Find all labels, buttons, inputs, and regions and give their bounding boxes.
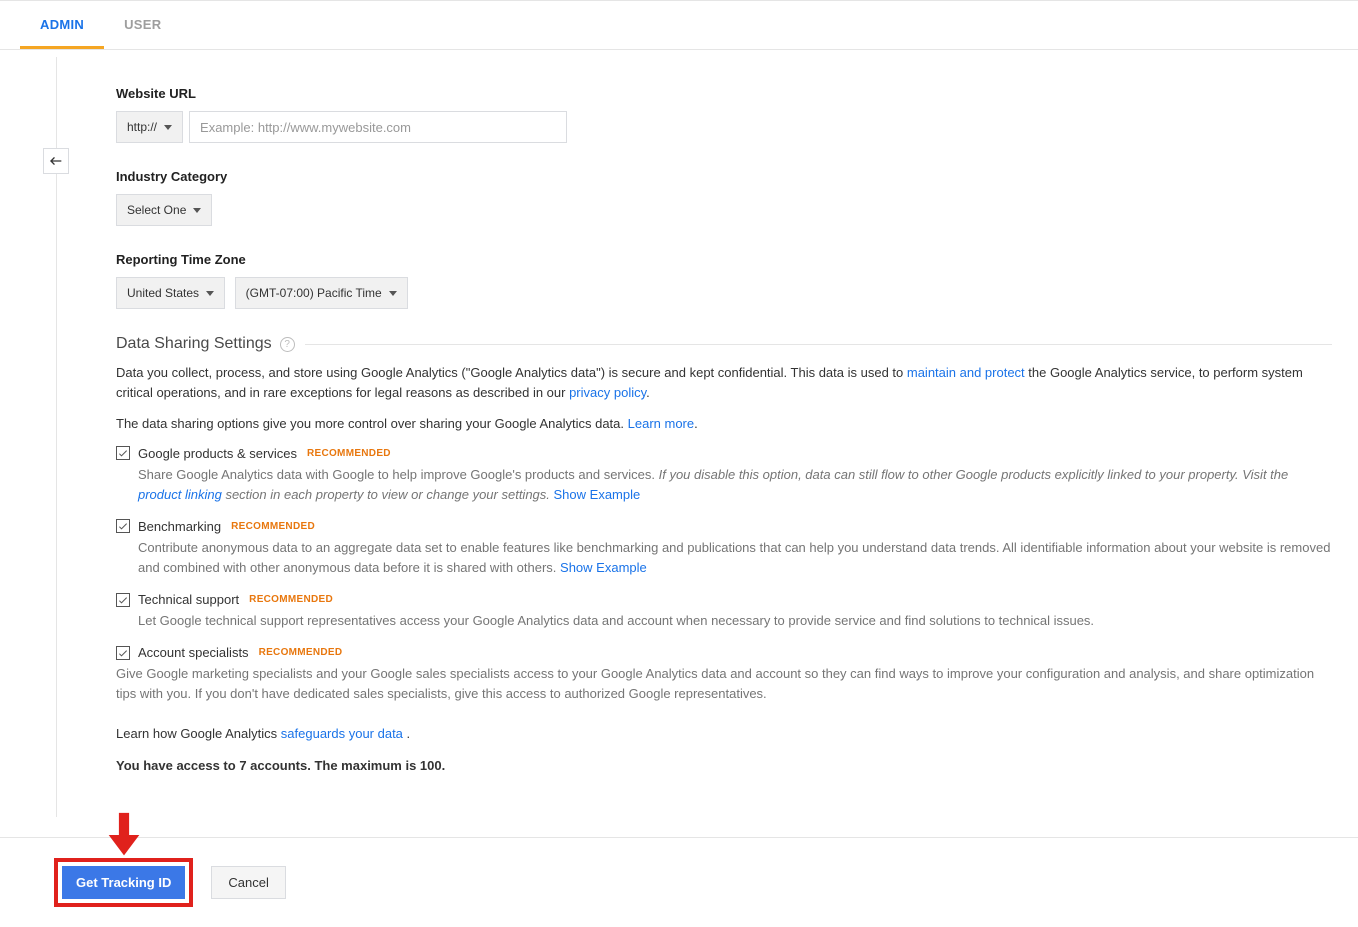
- back-button[interactable]: [43, 148, 69, 174]
- checkbox-account-specialists[interactable]: [116, 646, 130, 660]
- option-desc: Let Google technical support representat…: [138, 611, 1332, 631]
- account-limit-text: You have access to 7 accounts. The maxim…: [116, 756, 1332, 776]
- industry-value: Select One: [127, 203, 186, 217]
- caret-down-icon: [164, 125, 172, 130]
- check-icon: [117, 447, 129, 459]
- cancel-button[interactable]: Cancel: [211, 866, 285, 899]
- option-account-specialists: Account specialists RECOMMENDED Give Goo…: [116, 645, 1332, 704]
- protocol-dropdown[interactable]: http://: [116, 111, 183, 143]
- safeguard-line: Learn how Google Analytics safeguards yo…: [116, 724, 1332, 744]
- data-sharing-title: Data Sharing Settings: [116, 335, 272, 353]
- website-url-label: Website URL: [116, 86, 1332, 101]
- form-content: Website URL http:// Industry Category Se…: [62, 50, 1358, 817]
- website-url-field: Website URL http://: [116, 86, 1332, 143]
- caret-down-icon: [206, 291, 214, 296]
- timezone-label: Reporting Time Zone: [116, 252, 1332, 267]
- footer-actions: Get Tracking ID Cancel: [0, 837, 1358, 927]
- tab-user[interactable]: USER: [104, 1, 181, 49]
- show-example-link[interactable]: Show Example: [554, 487, 641, 502]
- check-icon: [117, 520, 129, 532]
- annotation-highlight: Get Tracking ID: [54, 858, 193, 907]
- option-benchmarking: Benchmarking RECOMMENDED Contribute anon…: [116, 519, 1332, 578]
- product-linking-link[interactable]: product linking: [138, 487, 222, 502]
- divider: [305, 344, 1332, 345]
- checkbox-benchmarking[interactable]: [116, 519, 130, 533]
- data-sharing-header: Data Sharing Settings ?: [116, 335, 1332, 353]
- checkbox-technical-support[interactable]: [116, 593, 130, 607]
- recommended-badge: RECOMMENDED: [249, 594, 333, 605]
- get-tracking-id-button[interactable]: Get Tracking ID: [62, 866, 185, 899]
- maintain-protect-link[interactable]: maintain and protect: [907, 365, 1025, 380]
- check-icon: [117, 647, 129, 659]
- checkbox-google-products[interactable]: [116, 446, 130, 460]
- tz-value: (GMT-07:00) Pacific Time: [246, 286, 382, 300]
- show-example-link[interactable]: Show Example: [560, 560, 647, 575]
- option-label: Account specialists: [138, 645, 249, 660]
- tab-bar: ADMIN USER: [0, 0, 1358, 50]
- recommended-badge: RECOMMENDED: [307, 448, 391, 459]
- timezone-field: Reporting Time Zone United States (GMT-0…: [116, 252, 1332, 309]
- industry-label: Industry Category: [116, 169, 1332, 184]
- privacy-policy-link[interactable]: privacy policy: [569, 385, 646, 400]
- return-arrow-icon: [48, 153, 64, 169]
- safeguards-link[interactable]: safeguards your data: [281, 726, 403, 741]
- protocol-value: http://: [127, 120, 157, 134]
- option-label: Technical support: [138, 592, 239, 607]
- option-desc: Share Google Analytics data with Google …: [138, 465, 1332, 505]
- recommended-badge: RECOMMENDED: [259, 647, 343, 658]
- option-google-products: Google products & services RECOMMENDED S…: [116, 446, 1332, 505]
- option-label: Google products & services: [138, 446, 297, 461]
- industry-field: Industry Category Select One: [116, 169, 1332, 226]
- annotation-arrow-icon: [107, 812, 141, 861]
- option-label: Benchmarking: [138, 519, 221, 534]
- data-sharing-intro-2: The data sharing options give you more c…: [116, 414, 1332, 434]
- country-dropdown[interactable]: United States: [116, 277, 225, 309]
- left-rail: [0, 50, 62, 817]
- help-icon[interactable]: ?: [280, 337, 295, 352]
- tab-admin[interactable]: ADMIN: [20, 1, 104, 49]
- caret-down-icon: [193, 208, 201, 213]
- learn-more-link[interactable]: Learn more: [628, 416, 694, 431]
- option-desc: Contribute anonymous data to an aggregat…: [138, 538, 1332, 578]
- caret-down-icon: [389, 291, 397, 296]
- website-url-input[interactable]: [189, 111, 567, 143]
- country-value: United States: [127, 286, 199, 300]
- option-technical-support: Technical support RECOMMENDED Let Google…: [116, 592, 1332, 631]
- industry-dropdown[interactable]: Select One: [116, 194, 212, 226]
- option-desc: Give Google marketing specialists and yo…: [116, 664, 1332, 704]
- data-sharing-intro-1: Data you collect, process, and store usi…: [116, 363, 1332, 402]
- check-icon: [117, 594, 129, 606]
- tz-dropdown[interactable]: (GMT-07:00) Pacific Time: [235, 277, 408, 309]
- recommended-badge: RECOMMENDED: [231, 521, 315, 532]
